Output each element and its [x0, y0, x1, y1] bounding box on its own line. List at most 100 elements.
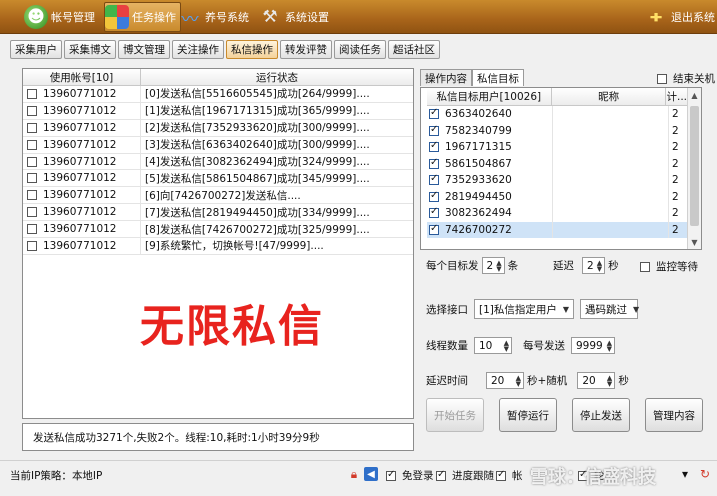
- column-header-account[interactable]: 使用帐号[10]: [23, 69, 141, 85]
- vertical-scrollbar[interactable]: ▲ ▼: [687, 88, 701, 249]
- table-row[interactable]: 13960771012 [1]发送私信[1967171315]成功[365/999…: [23, 102, 413, 120]
- tab-follow[interactable]: 关注操作: [172, 40, 224, 59]
- table-row[interactable]: 13960771012 [9]系统繁忙，切换帐号![47/9999]....: [23, 238, 413, 255]
- target-cell: 5861504867: [427, 155, 553, 172]
- row-checkbox[interactable]: [27, 122, 37, 133]
- lock-icon[interactable]: 🔒︎: [347, 467, 361, 481]
- table-row[interactable]: 13960771012 [0]发送私信[5516605545]成功[264/999…: [23, 86, 413, 103]
- tab-repost-comment[interactable]: 转发评赞: [280, 40, 332, 59]
- chevron-down-icon[interactable]: ▾: [678, 467, 692, 481]
- row-checkbox[interactable]: [27, 240, 37, 251]
- spinner-arrows-icon[interactable]: ▲ ▼: [607, 374, 612, 387]
- column-header-nickname[interactable]: 昵称: [552, 88, 667, 105]
- tab-post-manage[interactable]: 博文管理: [118, 40, 170, 59]
- tab-content[interactable]: 操作内容: [420, 69, 472, 86]
- checkbox-icon: [496, 469, 506, 481]
- overlay-caption: 无限私信: [140, 301, 324, 352]
- column-header-target[interactable]: 私信目标用户[10026]: [427, 88, 552, 105]
- pause-button[interactable]: 暂停运行: [499, 398, 557, 432]
- scroll-down-icon[interactable]: ▼: [688, 235, 701, 249]
- target-uid: 5861504867: [445, 157, 512, 170]
- table-row[interactable]: 13960771012 [6]向[7426700272]发送私信....: [23, 187, 413, 205]
- column-header-status[interactable]: 运行状态: [141, 69, 413, 85]
- interface-select[interactable]: [1]私信指定用户 ▼: [474, 299, 574, 319]
- threads-spinner[interactable]: 10 ▲ ▼: [474, 337, 512, 354]
- count-cell: 2: [672, 223, 679, 236]
- table-row[interactable]: 13960771012 [2]发送私信[7352933620]成功[300/999…: [23, 119, 413, 137]
- table-row[interactable]: 7582340799 2: [427, 122, 687, 139]
- status-cell: [6]向[7426700272]发送私信....: [145, 189, 301, 202]
- row-checkbox[interactable]: [27, 207, 37, 218]
- row-checkbox[interactable]: [429, 107, 439, 120]
- spinner-arrows-icon[interactable]: ▲ ▼: [597, 259, 602, 272]
- delay-spinner[interactable]: 2 ▲ ▼: [582, 257, 606, 274]
- toolbar-task-ops[interactable]: 任务操作: [104, 2, 181, 32]
- row-checkbox[interactable]: [27, 173, 37, 184]
- per-account-spinner[interactable]: 9999 ▲ ▼: [571, 337, 615, 354]
- table-row[interactable]: 6363402640 2: [427, 106, 687, 123]
- table-row[interactable]: 13960771012 [8]发送私信[7426700272]成功[325/999…: [23, 221, 413, 239]
- row-checkbox[interactable]: [429, 157, 439, 169]
- manage-content-button[interactable]: 管理内容: [645, 398, 703, 432]
- tab-read-task[interactable]: 阅读任务: [334, 40, 386, 59]
- row-checkbox[interactable]: [27, 190, 37, 201]
- scroll-thumb[interactable]: [690, 106, 699, 226]
- table-row[interactable]: 7426700272 2: [427, 221, 687, 238]
- spinner-arrows-icon[interactable]: ▲ ▼: [516, 374, 521, 387]
- stop-send-button[interactable]: 停止发送: [572, 398, 630, 432]
- interface-control: 选择接口 [1]私信指定用户 ▼ 遇码跳过 ▼: [426, 299, 639, 319]
- delay-time-control: 延迟时间 20 ▲ ▼ 秒+随机 20 ▲ ▼ 秒: [426, 372, 629, 389]
- tab-targets[interactable]: 私信目标: [472, 69, 524, 86]
- account-checkbox[interactable]: 帐: [496, 468, 523, 483]
- row-checkbox[interactable]: [27, 156, 37, 167]
- start-task-button[interactable]: 开始任务: [426, 398, 484, 432]
- monitor-wait-checkbox[interactable]: 监控等待: [640, 259, 698, 274]
- toolbar-raise-account[interactable]: 〰 养号系统: [178, 2, 250, 32]
- follow-progress-checkbox[interactable]: 进度跟随: [436, 468, 494, 483]
- table-row[interactable]: 5861504867 2: [427, 155, 687, 172]
- column-header-count[interactable]: 计...: [666, 88, 687, 105]
- tab-super-topic[interactable]: 超话社区: [388, 40, 440, 59]
- shutdown-checkbox[interactable]: 结束关机: [657, 71, 715, 86]
- table-row[interactable]: 13960771012 [7]发送私信[2819494450]成功[334/999…: [23, 204, 413, 222]
- refresh-icon[interactable]: ↻: [698, 467, 712, 481]
- spinner-arrows-icon[interactable]: ▲ ▼: [496, 259, 501, 272]
- table-row[interactable]: 13960771012 [3]发送私信[6363402640]成功[300/999…: [23, 136, 413, 154]
- row-checkbox[interactable]: [429, 206, 439, 219]
- toolbar-system-settings[interactable]: ⚒ 系统设置: [258, 2, 329, 32]
- no-login-checkbox[interactable]: 免登录: [386, 468, 434, 483]
- count-cell: 2: [672, 190, 679, 203]
- speaker-icon[interactable]: ◀: [364, 467, 378, 481]
- spinner-arrows-icon[interactable]: ▲ ▼: [607, 339, 612, 352]
- spinner-arrows-icon[interactable]: ▲ ▼: [504, 339, 509, 352]
- delay-random-spinner[interactable]: 20 ▲ ▼: [577, 372, 616, 389]
- table-row[interactable]: 3082362494 2: [427, 205, 687, 222]
- row-checkbox[interactable]: [27, 139, 37, 150]
- status-cell: [7]发送私信[2819494450]成功[334/9999]....: [145, 206, 370, 219]
- row-checkbox[interactable]: [429, 124, 439, 136]
- table-row[interactable]: 13960771012 [5]发送私信[5861504867]成功[345/999…: [23, 170, 413, 188]
- table-row[interactable]: 13960771012 [4]发送私信[3082362494]成功[324/999…: [23, 153, 413, 171]
- row-checkbox[interactable]: [27, 105, 37, 116]
- exit-label: 退出系统: [671, 11, 715, 24]
- table-row[interactable]: 1967171315 2: [427, 139, 687, 156]
- scroll-up-icon[interactable]: ▲: [688, 88, 701, 102]
- exit-button[interactable]: ᚐ 退出系统: [644, 2, 715, 32]
- row-checkbox[interactable]: [429, 223, 439, 235]
- toolbar-label: 养号系统: [205, 11, 249, 24]
- row-checkbox[interactable]: [27, 224, 37, 235]
- toolbar-account-manage[interactable]: ☻ 帐号管理: [24, 2, 95, 32]
- tab-collect-posts[interactable]: 采集博文: [64, 40, 116, 59]
- target-cell: 7582340799: [427, 122, 553, 139]
- per-target-spinner[interactable]: 2 ▲ ▼: [481, 257, 505, 274]
- table-row[interactable]: 2819494450 2: [427, 188, 687, 205]
- tab-private-message[interactable]: 私信操作: [226, 40, 278, 59]
- row-checkbox[interactable]: [429, 173, 439, 186]
- row-checkbox[interactable]: [429, 190, 439, 202]
- captcha-select[interactable]: 遇码跳过 ▼: [580, 299, 639, 319]
- row-checkbox[interactable]: [429, 140, 439, 153]
- row-checkbox[interactable]: [27, 88, 37, 99]
- tab-collect-users[interactable]: 采集用户: [10, 40, 62, 59]
- delay-time-spinner[interactable]: 20 ▲ ▼: [486, 372, 524, 389]
- table-row[interactable]: 7352933620 2: [427, 172, 687, 189]
